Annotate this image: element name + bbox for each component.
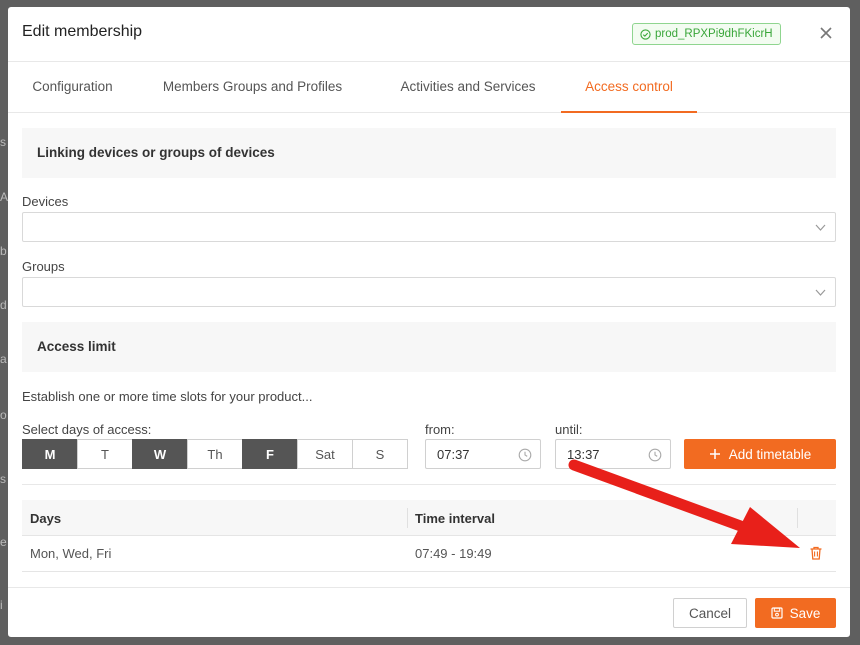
plus-icon — [709, 449, 720, 459]
days-of-access-toggle-group: M T W Th F Sat S — [22, 439, 408, 469]
clock-icon — [648, 448, 662, 462]
check-circle-icon — [640, 28, 651, 40]
day-toggle-friday[interactable]: F — [242, 439, 298, 469]
backdrop-fragment: a — [0, 352, 7, 366]
backdrop-fragment: e — [0, 535, 7, 549]
tab-activities-services[interactable]: Activities and Services — [383, 62, 553, 113]
until-time-value: 13:37 — [567, 447, 600, 462]
access-limit-section-header: Access limit — [22, 322, 836, 372]
tab-members-groups-profiles[interactable]: Members Groups and Profiles — [147, 62, 358, 113]
day-toggle-thursday[interactable]: Th — [187, 439, 243, 469]
backdrop-fragment: s — [0, 135, 6, 149]
groups-select[interactable] — [22, 277, 836, 307]
day-toggle-sunday[interactable]: S — [352, 439, 408, 469]
edit-membership-modal: Edit membership prod_RPXPi9dhFKicrH Conf… — [8, 7, 850, 637]
tab-access-control[interactable]: Access control — [561, 62, 697, 113]
from-time-input[interactable]: 07:37 — [425, 439, 541, 469]
backdrop-fragment: o — [0, 408, 7, 422]
modal-header: Edit membership prod_RPXPi9dhFKicrH — [8, 7, 850, 61]
column-separator — [797, 508, 798, 528]
column-separator — [407, 508, 408, 528]
backdrop-fragment: A — [0, 190, 9, 204]
save-icon — [771, 607, 783, 619]
from-time-value: 07:37 — [437, 447, 470, 462]
backdrop-fragment: b — [0, 244, 7, 258]
add-timetable-button[interactable]: Add timetable — [684, 439, 836, 469]
backdrop-fragment: i — [0, 598, 3, 612]
devices-select[interactable] — [22, 212, 836, 242]
close-icon — [820, 27, 832, 39]
backdrop-fragment: s — [0, 472, 6, 486]
backdrop-fragment: d — [0, 298, 7, 312]
add-timetable-label: Add timetable — [728, 446, 812, 462]
save-label: Save — [789, 605, 821, 621]
divider — [22, 484, 836, 485]
day-toggle-saturday[interactable]: Sat — [297, 439, 353, 469]
day-toggle-wednesday[interactable]: W — [132, 439, 188, 469]
tab-configuration[interactable]: Configuration — [14, 62, 131, 113]
row-time-interval: 07:49 - 19:49 — [415, 546, 492, 561]
day-toggle-monday[interactable]: M — [22, 439, 78, 469]
close-button[interactable] — [816, 23, 836, 43]
chevron-down-icon — [815, 224, 826, 231]
chevron-down-icon — [815, 289, 826, 296]
column-header-time-interval: Time interval — [415, 511, 495, 526]
cancel-button[interactable]: Cancel — [673, 598, 747, 628]
row-days: Mon, Wed, Fri — [30, 546, 112, 561]
linking-section-title: Linking devices or groups of devices — [37, 145, 275, 160]
modal-footer: Cancel Save — [8, 587, 850, 637]
column-header-days: Days — [30, 511, 62, 526]
days-of-access-label: Select days of access: — [22, 422, 152, 437]
linking-section-header: Linking devices or groups of devices — [22, 128, 836, 178]
access-limit-help-text: Establish one or more time slots for you… — [22, 389, 313, 404]
devices-label: Devices — [22, 194, 69, 209]
modal-title: Edit membership — [22, 23, 143, 40]
save-button[interactable]: Save — [755, 598, 836, 628]
from-label: from: — [425, 422, 455, 437]
day-toggle-tuesday[interactable]: T — [77, 439, 133, 469]
until-time-input[interactable]: 13:37 — [555, 439, 671, 469]
until-label: until: — [555, 422, 583, 437]
groups-label: Groups — [22, 259, 65, 274]
table-header: Days Time interval — [22, 500, 836, 536]
delete-row-trash-icon[interactable] — [808, 545, 824, 561]
tab-bar: Configuration Members Groups and Profile… — [8, 61, 850, 113]
table-row: Mon, Wed, Fri 07:49 - 19:49 — [22, 536, 836, 572]
product-id-text: prod_RPXPi9dhFKicrH — [655, 28, 773, 40]
access-limit-section-title: Access limit — [37, 339, 116, 354]
product-id-badge: prod_RPXPi9dhFKicrH — [632, 23, 781, 45]
clock-icon — [518, 448, 532, 462]
